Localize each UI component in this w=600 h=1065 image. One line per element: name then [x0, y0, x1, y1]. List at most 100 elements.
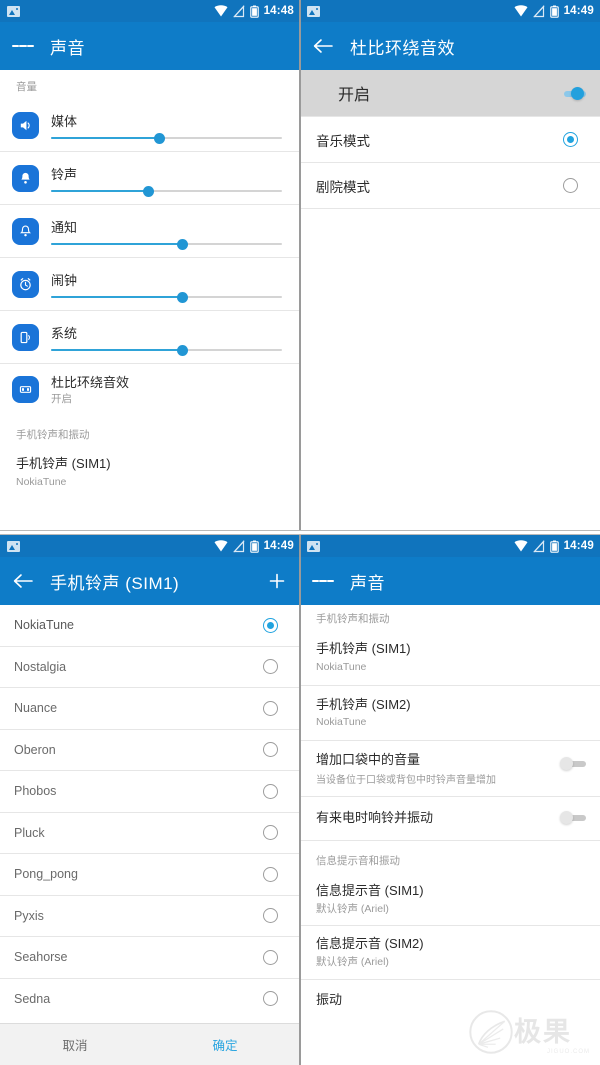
cancel-button[interactable]: 取消	[0, 1035, 150, 1054]
row-vibrate[interactable]: 振动	[300, 979, 600, 1019]
panel-ringtone-picker: 14:49 手机铃声 (SIM1) NokiaTune Nostalgia Nuan…	[0, 535, 300, 1065]
volume-row-media[interactable]: 媒体	[0, 99, 300, 151]
status-bar: 14:49	[300, 535, 600, 557]
ringtone-item-radio[interactable]	[263, 617, 278, 633]
row-dolby-surround[interactable]: 杜比环绕音效 开启	[0, 364, 300, 414]
plus-icon[interactable]	[266, 570, 288, 592]
ringtone-item-radio[interactable]	[263, 825, 278, 841]
battery-icon	[549, 540, 559, 553]
dialog-buttons: 取消 确定	[0, 1023, 300, 1065]
ringtone-item-label: Nuance	[14, 701, 58, 716]
row-ringtone-sim1[interactable]: 手机铃声 (SIM1) NokiaTune	[0, 447, 300, 499]
app-bar: 声音	[0, 22, 300, 70]
app-bar: 手机铃声 (SIM1)	[0, 557, 300, 605]
dolby-master-row[interactable]: 开启	[300, 70, 600, 116]
volume-slider-alarm[interactable]	[51, 291, 282, 303]
volume-row-system[interactable]: 系统	[0, 311, 300, 363]
dolby-master-toggle[interactable]	[560, 86, 586, 100]
volume-row-ring[interactable]: 铃声	[0, 152, 300, 204]
volume-label-system: 系统	[51, 326, 78, 341]
ringtone-item[interactable]: Pyxis	[0, 895, 300, 936]
volume-label-ring: 铃声	[51, 167, 78, 182]
ok-button[interactable]: 确定	[150, 1035, 300, 1054]
ringtone-item-radio[interactable]	[263, 949, 278, 965]
page-title: 手机铃声 (SIM1)	[50, 573, 180, 593]
ringtone-item-radio[interactable]	[263, 742, 278, 758]
app-bar: 杜比环绕音效	[300, 22, 600, 70]
signal-off-icon	[232, 539, 245, 552]
page-title: 声音	[350, 573, 385, 593]
radio-music-mode[interactable]	[563, 132, 578, 147]
ringtone-item-radio[interactable]	[263, 659, 278, 675]
ringtone-item[interactable]: Sedna	[0, 978, 300, 1019]
ringtone-list[interactable]: NokiaTune Nostalgia Nuance Oberon Phobos Pluc…	[0, 605, 300, 1019]
row-ring-and-vibrate[interactable]: 有来电时响铃并振动	[300, 796, 600, 840]
ringtone-item-radio[interactable]	[263, 991, 278, 1007]
back-arrow-icon[interactable]	[12, 570, 34, 592]
signal-off-icon	[532, 4, 545, 17]
alarm-icon	[12, 270, 39, 298]
ringtone-item[interactable]: Pong_pong	[0, 854, 300, 895]
dolby-icon	[12, 375, 39, 403]
volume-slider-notification[interactable]	[51, 238, 282, 250]
wifi-icon	[214, 540, 228, 552]
volume-row-notification[interactable]: 通知	[0, 205, 300, 257]
ringtone-sim1-title: 手机铃声 (SIM1)	[316, 641, 411, 656]
vibrate-title: 振动	[316, 991, 343, 1007]
message-tone-sim2-subtitle: 默认铃声 (Ariel)	[316, 956, 389, 969]
ring-vibrate-toggle[interactable]	[560, 810, 586, 824]
message-tone-sim1-title: 信息提示音 (SIM1)	[316, 882, 424, 898]
ringtone-item-radio[interactable]	[263, 866, 278, 882]
row-message-tone-sim1[interactable]: 信息提示音 (SIM1) 默认铃声 (Ariel)	[300, 875, 600, 926]
row-pocket-volume[interactable]: 增加口袋中的音量 当设备位于口袋或背包中时铃声音量增加	[300, 741, 600, 796]
ringtone-item[interactable]: Phobos	[0, 771, 300, 812]
ringtone-item-radio[interactable]	[263, 908, 278, 924]
volume-row-alarm[interactable]: 闹钟	[0, 258, 300, 310]
ringtone-sim1-subtitle: NokiaTune	[16, 475, 67, 488]
ringtone-item[interactable]: Seahorse	[0, 937, 300, 978]
speaker-icon	[12, 111, 39, 139]
volume-label-alarm: 闹钟	[51, 273, 78, 288]
photo-icon	[7, 540, 20, 552]
section-header-message: 信息提示音和振动	[316, 854, 400, 867]
ringtone-item-label: Nostalgia	[14, 659, 67, 674]
ringtone-item[interactable]: NokiaTune	[0, 605, 300, 646]
volume-slider-media[interactable]	[51, 132, 282, 144]
ringtone-item-label: Sedna	[14, 991, 51, 1006]
section-header-ringtone: 手机铃声和振动	[316, 613, 390, 625]
ringtone-item-radio[interactable]	[263, 700, 278, 716]
status-time: 14:49	[263, 540, 294, 552]
pocket-volume-title: 增加口袋中的音量	[316, 752, 421, 768]
phone-sound-icon	[12, 323, 39, 351]
watermark-sub: JIGUO.COM	[547, 1049, 590, 1055]
row-ringtone-sim1[interactable]: 手机铃声 (SIM1) NokiaTune	[300, 631, 600, 685]
pocket-volume-toggle[interactable]	[560, 757, 586, 771]
ringtone-item-label: Pyxis	[14, 908, 44, 923]
ringtone-item[interactable]: Nostalgia	[0, 646, 300, 687]
back-arrow-icon[interactable]	[312, 35, 334, 57]
section-header-ringtone: 手机铃声和振动	[16, 429, 90, 441]
ringtone-sim2-title: 手机铃声 (SIM2)	[316, 696, 411, 712]
battery-icon	[249, 540, 259, 553]
radio-theater-mode[interactable]	[563, 178, 578, 193]
mode-row-music[interactable]: 音乐模式	[300, 117, 600, 162]
ringtone-item-radio[interactable]	[263, 783, 278, 799]
mode-row-theater[interactable]: 剧院模式	[300, 163, 600, 208]
row-message-tone-sim2[interactable]: 信息提示音 (SIM2) 默认铃声 (Ariel)	[300, 926, 600, 979]
volume-slider-ring[interactable]	[51, 185, 282, 197]
volume-slider-system[interactable]	[51, 344, 282, 356]
ringtone-item[interactable]: Nuance	[0, 688, 300, 729]
ringtone-item[interactable]: Oberon	[0, 729, 300, 770]
watermark-text: 极果	[514, 1016, 572, 1048]
panel-divider-line-bottom	[0, 534, 600, 535]
ringtone-item[interactable]: Pluck	[0, 812, 300, 853]
ringtone-item-label: NokiaTune	[14, 618, 74, 633]
hamburger-icon[interactable]	[312, 570, 334, 592]
page-title: 杜比环绕音效	[350, 38, 455, 58]
mode-label-music: 音乐模式	[316, 133, 370, 149]
row-ringtone-sim2[interactable]: 手机铃声 (SIM2) NokiaTune	[300, 685, 600, 741]
volume-label-notification: 通知	[51, 220, 78, 235]
hamburger-icon[interactable]	[12, 35, 34, 57]
volume-label-media: 媒体	[51, 114, 78, 129]
panel-sound-scrolled: 14:49 声音 手机铃声和振动 手机铃声 (SIM1) NokiaTune 手…	[300, 535, 600, 1065]
